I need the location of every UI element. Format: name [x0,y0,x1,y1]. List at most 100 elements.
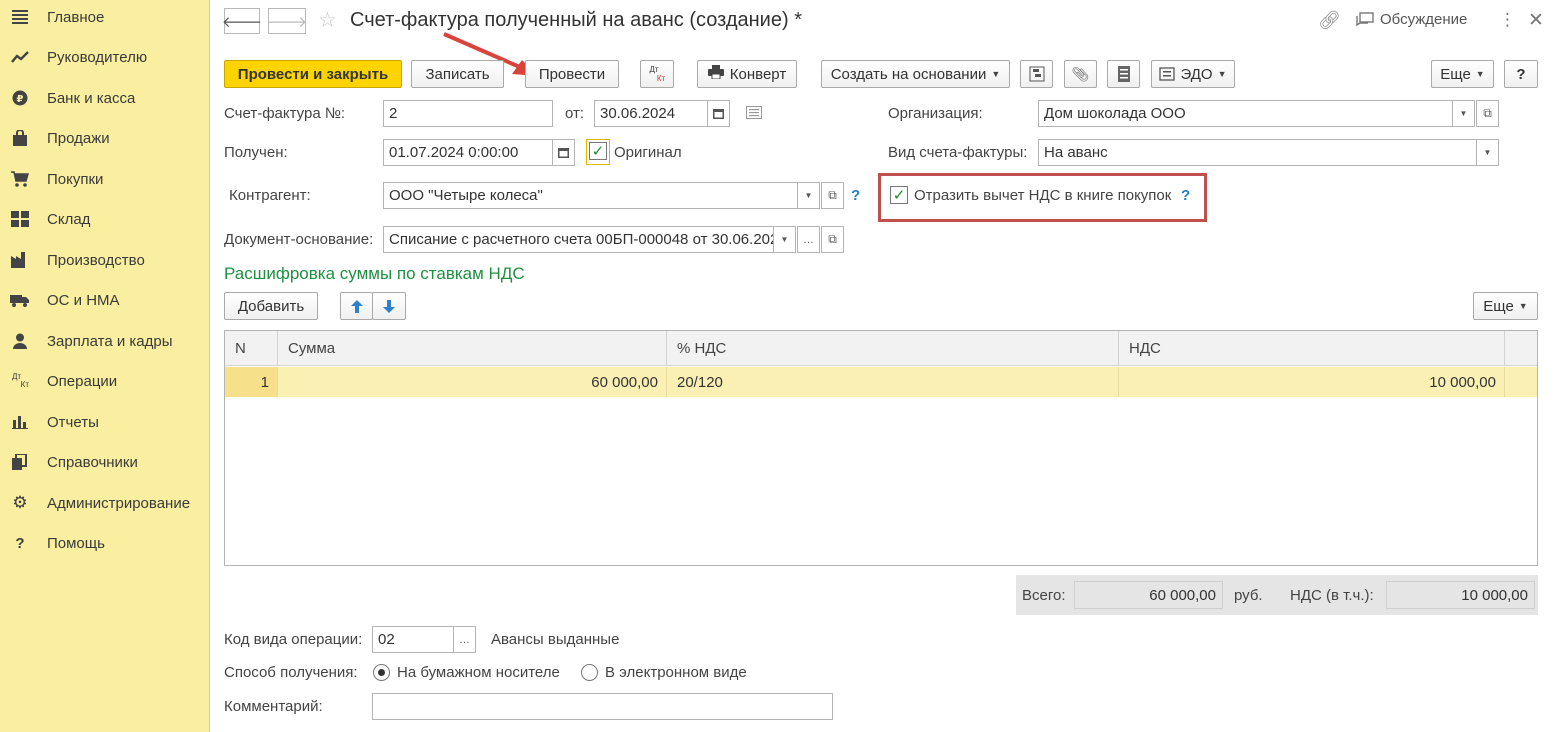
sidebar-item-label: Помощь [47,534,105,552]
vat-deduction-checkbox[interactable]: ✓ [890,186,908,204]
sidebar-item-admin[interactable]: ⚙ Администрирование [0,483,210,523]
envelope-label: Конверт [729,65,787,83]
svg-text:₽: ₽ [17,94,24,105]
structure-button[interactable] [1020,60,1053,88]
sidebar-item-operations[interactable]: Дт Кт Операции [0,361,210,401]
favorite-star-icon[interactable]: ☆ [318,8,337,33]
basis-open-button[interactable]: ⧉ [821,226,844,253]
sidebar-item-sales[interactable]: Продажи [0,118,210,158]
invoice-type-dropdown-button[interactable]: ▼ [1476,139,1499,166]
organization-field[interactable]: Дом шоколада ООО [1038,100,1453,127]
help-icon[interactable]: ? [851,187,860,204]
caret-down-icon: ▼ [780,235,789,244]
attach-button[interactable]: 📎︎ [1064,60,1097,88]
sidebar-item-reports[interactable]: Отчеты [0,402,210,442]
edo-label: ЭДО [1180,65,1213,83]
sidebar-item-label: Банк и касса [47,89,136,107]
operation-code-select-button[interactable]: … [453,626,476,653]
calendar-icon [713,108,724,119]
column-header-sum[interactable]: Сумма [278,331,667,366]
sidebar-item-label: Отчеты [47,413,99,431]
sidebar-item-label: Склад [47,210,91,228]
sidebar-item-purchases[interactable]: Покупки [0,159,210,199]
sidebar-item-help[interactable]: ? Помощь [0,523,210,563]
contractor-dropdown-button[interactable]: ▼ [797,182,820,209]
save-button[interactable]: Записать [411,60,504,88]
cell-sum[interactable]: 60 000,00 [278,367,667,397]
post-button[interactable]: Провести [525,60,619,88]
forward-button[interactable]: 🡒 [267,8,307,34]
create-based-on-button[interactable]: Создать на основании ▼ [821,60,1010,88]
total-label: Всего: [1022,587,1066,604]
basis-document-field[interactable]: Списание с расчетного счета 00БП-000048 … [383,226,774,253]
contractor-field[interactable]: ООО "Четыре колеса" [383,182,798,209]
receipt-method-label: Способ получения: [224,664,358,681]
checkmark-icon: ✓ [892,186,906,204]
calendar-button[interactable] [707,100,730,127]
column-header-n[interactable]: N [225,331,278,366]
dt-kt-icon: Дт Кт [12,372,29,389]
contractor-open-button[interactable]: ⧉ [821,182,844,209]
sidebar-item-main[interactable]: Главное [0,0,210,37]
hierarchy-icon [1029,66,1044,82]
invoice-number-field[interactable]: 2 [383,100,553,127]
invoice-type-field[interactable]: На аванс [1038,139,1477,166]
edo-icon [1159,67,1176,81]
discussion-label: Обсуждение [1380,11,1468,28]
move-down-button[interactable] [372,292,406,320]
operation-code-field[interactable]: 02 [372,626,454,653]
help-icon[interactable]: ? [1181,187,1190,204]
sidebar-item-warehouse[interactable]: Склад [0,199,210,239]
column-header-rate[interactable]: % НДС [667,331,1119,366]
organization-open-button[interactable]: ⧉ [1476,100,1499,127]
sidebar-item-production[interactable]: Производство [0,240,210,280]
original-checkbox[interactable]: ✓ [589,142,607,160]
electronic-radio[interactable] [581,664,598,681]
cell-vat[interactable]: 10 000,00 [1119,367,1505,397]
cell-rate[interactable]: 20/120 [667,367,1119,397]
envelope-button[interactable]: Конверт [697,60,797,88]
from-date-field[interactable]: 30.06.2024 [594,100,708,127]
vat-table[interactable]: N Сумма % НДС НДС 1 60 000,00 20/120 10 … [224,330,1538,566]
caret-down-icon: ▼ [1483,148,1492,157]
gear-icon: ⚙ [12,493,28,512]
more-vertical-icon[interactable]: ⋮ [1499,10,1516,30]
sidebar-item-directories[interactable]: Справочники [0,442,210,482]
sidebar-item-manager[interactable]: Руководителю [0,37,210,77]
help-button[interactable]: ? [1504,60,1538,88]
warehouse-icon [10,209,30,229]
column-header-vat[interactable]: НДС [1119,331,1505,366]
back-button[interactable]: 🡐 [222,8,262,34]
total-value: 60 000,00 [1074,581,1223,609]
link-icon[interactable]: 🔗︎ [1318,10,1341,31]
basis-select-button[interactable]: … [797,226,820,253]
comment-field[interactable] [372,693,833,720]
sidebar-item-label: Главное [47,8,105,26]
document-list-button[interactable] [1107,60,1140,88]
received-date-field[interactable]: 01.07.2024 0:00:00 [383,139,553,166]
sidebar-item-assets[interactable]: ОС и НМА [0,280,210,320]
shopping-bag-icon [10,128,30,148]
paper-radio[interactable] [373,664,390,681]
discussion-button[interactable]: Обсуждение [1356,11,1467,28]
sidebar-item-payroll[interactable]: Зарплата и кадры [0,321,210,361]
calendar-button[interactable] [552,139,575,166]
table-more-button[interactable]: Еще ▼ [1473,292,1538,320]
organization-dropdown-button[interactable]: ▼ [1452,100,1475,127]
add-row-button[interactable]: Добавить [224,292,318,320]
electronic-label: В электронном виде [605,664,747,681]
edo-button[interactable]: ЭДО ▼ [1151,60,1235,88]
close-icon[interactable]: ✕ [1528,9,1544,32]
sidebar-item-bank[interactable]: ₽ Банк и касса [0,78,210,118]
document-icon[interactable] [746,106,762,122]
dt-kt-button[interactable]: Дт Кт [640,60,674,88]
vat-total-label: НДС (в т.ч.): [1290,587,1374,604]
ellipsis-icon: … [459,633,470,646]
cell-n[interactable]: 1 [225,367,278,397]
move-up-button[interactable] [340,292,373,320]
more-button[interactable]: Еще ▼ [1431,60,1494,88]
calendar-icon [558,147,569,158]
basis-dropdown-button[interactable]: ▼ [773,226,796,253]
sidebar-item-label: Зарплата и кадры [47,332,173,350]
post-and-close-button[interactable]: Провести и закрыть [224,60,402,88]
